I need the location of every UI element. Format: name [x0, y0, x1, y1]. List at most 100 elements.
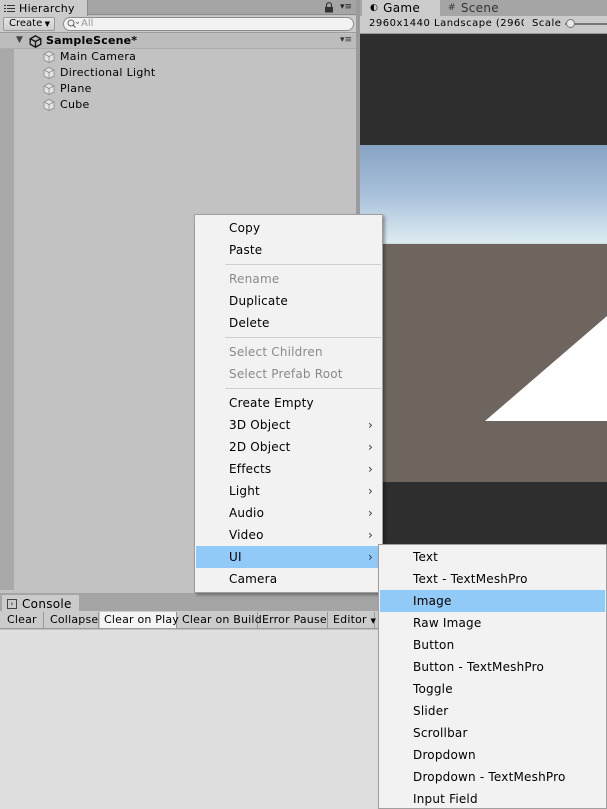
console-log-area[interactable]	[0, 630, 380, 809]
menu-item-duplicate[interactable]: Duplicate	[196, 290, 382, 312]
lock-icon[interactable]	[324, 2, 334, 13]
create-label: Create	[9, 18, 43, 29]
hierarchy-tabbar: Hierarchy ▾≡	[0, 0, 359, 16]
menu-item-audio[interactable]: Audio ›	[196, 502, 382, 524]
clear-on-build-toggle[interactable]: Clear on Build	[178, 612, 262, 628]
submenu-item-toggle[interactable]: Toggle	[380, 678, 605, 700]
menu-separator	[225, 388, 381, 389]
hierarchy-tab-label: Hierarchy	[19, 1, 75, 15]
menu-item-label: 3D Object	[229, 418, 291, 432]
menu-item-light[interactable]: Light ›	[196, 480, 382, 502]
submenu-arrow-icon: ›	[368, 418, 373, 432]
menu-item-label: Copy	[229, 221, 261, 235]
menu-item-effects[interactable]: Effects ›	[196, 458, 382, 480]
submenu-item-input-field[interactable]: Input Field	[380, 788, 605, 809]
menu-item-2d-object[interactable]: 2D Object ›	[196, 436, 382, 458]
menu-item-paste[interactable]: Paste	[196, 239, 382, 261]
clear-button[interactable]: Clear	[3, 612, 44, 628]
submenu-item-raw-image[interactable]: Raw Image	[380, 612, 605, 634]
submenu-item-button[interactable]: Button	[380, 634, 605, 656]
game-viewport[interactable]	[360, 34, 607, 600]
menu-item-rename: Rename	[196, 268, 382, 290]
submenu-item-button-textmeshpro[interactable]: Button - TextMeshPro	[380, 656, 605, 678]
menu-item-label: Create Empty	[229, 396, 314, 410]
tab-game[interactable]: ◐ Game	[362, 0, 440, 16]
resolution-dropdown[interactable]: 2960x1440 Landscape (2960	[369, 17, 524, 31]
menu-item-camera[interactable]: Camera	[196, 568, 382, 590]
menu-item-label: Select Prefab Root	[229, 367, 343, 381]
tab-game-label: Game	[383, 1, 421, 15]
list-icon	[4, 4, 15, 13]
tree-item-main-camera[interactable]: Main Camera	[0, 49, 359, 65]
menu-item-3d-object[interactable]: 3D Object ›	[196, 414, 382, 436]
menu-item-label: Delete	[229, 316, 270, 330]
scale-label: Scale	[532, 18, 562, 29]
tab-scene[interactable]: # Scene	[440, 0, 510, 16]
hierarchy-gutter	[0, 34, 14, 590]
tree-item-cube[interactable]: Cube	[0, 97, 359, 113]
scene-menu-icon[interactable]: ▾≡	[340, 35, 352, 45]
panel-menu-icon[interactable]: ▾≡	[340, 1, 354, 13]
dropdown-caret-icon: ▼	[370, 617, 377, 625]
ui-submenu: Text Text - TextMeshPro Image Raw Image …	[378, 544, 607, 809]
clear-on-play-toggle[interactable]: Clear on Play	[100, 612, 179, 628]
submenu-arrow-icon: ›	[368, 484, 373, 498]
menu-item-label: Video	[229, 528, 264, 542]
gameobject-cube-icon	[43, 83, 55, 95]
game-panel: ◐ Game # Scene 2960x1440 Landscape (2960…	[360, 0, 607, 600]
search-placeholder: All	[81, 18, 94, 29]
gameobject-cube-icon	[43, 51, 55, 63]
foldout-expanded-icon[interactable]: ▼	[16, 35, 23, 45]
scale-slider-handle[interactable]	[566, 19, 575, 28]
submenu-arrow-icon: ›	[368, 462, 373, 476]
game-icon: ◐	[370, 3, 379, 13]
submenu-item-slider[interactable]: Slider	[380, 700, 605, 722]
game-toolbar: 2960x1440 Landscape (2960 Scale	[360, 16, 607, 34]
gameobject-cube-icon	[43, 67, 55, 79]
hierarchy-tab[interactable]: Hierarchy	[0, 0, 88, 16]
submenu-arrow-icon: ›	[368, 550, 373, 564]
submenu-item-text[interactable]: Text	[380, 546, 605, 568]
menu-item-delete[interactable]: Delete	[196, 312, 382, 334]
submenu-item-dropdown-textmeshpro[interactable]: Dropdown - TextMeshPro	[380, 766, 605, 788]
menu-item-label: Light	[229, 484, 260, 498]
menu-item-label: Audio	[229, 506, 265, 520]
console-panel: › Console Clear Collapse Clear on Play C…	[0, 593, 380, 809]
hierarchy-toolbar: Create ▼ All	[0, 16, 359, 33]
console-tab-label: Console	[22, 596, 72, 611]
menu-item-video[interactable]: Video ›	[196, 524, 382, 546]
submenu-item-scrollbar[interactable]: Scrollbar	[380, 722, 605, 744]
submenu-item-dropdown[interactable]: Dropdown	[380, 744, 605, 766]
menu-item-label: Effects	[229, 462, 272, 476]
console-tab[interactable]: › Console	[2, 595, 79, 612]
scene-name: SampleScene*	[46, 34, 138, 47]
submenu-item-image[interactable]: Image	[380, 590, 605, 612]
menu-separator	[225, 264, 381, 265]
submenu-item-text-textmeshpro[interactable]: Text - TextMeshPro	[380, 568, 605, 590]
submenu-arrow-icon: ›	[368, 528, 373, 542]
tree-item-plane[interactable]: Plane	[0, 81, 359, 97]
menu-item-copy[interactable]: Copy	[196, 217, 382, 239]
search-icon	[67, 19, 80, 29]
editor-dropdown[interactable]: Editor ▼	[329, 612, 377, 628]
hierarchy-search-input[interactable]: All	[63, 17, 354, 31]
tree-item-directional-light[interactable]: Directional Light	[0, 65, 359, 81]
menu-item-label: Paste	[229, 243, 263, 257]
console-toolbar: Clear Collapse Clear on Play Clear on Bu…	[0, 611, 380, 629]
tab-scene-label: Scene	[460, 1, 499, 15]
scene-row[interactable]: ▼ SampleScene* ▾≡	[0, 34, 359, 49]
menu-item-label: 2D Object	[229, 440, 291, 454]
create-dropdown-button[interactable]: Create ▼	[3, 17, 55, 31]
menu-item-label: Camera	[229, 572, 278, 586]
console-tabbar: › Console	[0, 593, 380, 612]
menu-item-select-prefab-root: Select Prefab Root	[196, 363, 382, 385]
tree-item-label: Directional Light	[60, 66, 156, 79]
menu-item-label: Duplicate	[229, 294, 288, 308]
menu-item-ui[interactable]: UI ›	[196, 546, 382, 568]
error-pause-toggle[interactable]: Error Pause	[258, 612, 328, 628]
tree-item-label: Cube	[60, 98, 90, 111]
menu-item-create-empty[interactable]: Create Empty	[196, 392, 382, 414]
collapse-toggle[interactable]: Collapse	[46, 612, 99, 628]
menu-separator	[225, 337, 381, 338]
menu-item-select-children: Select Children	[196, 341, 382, 363]
